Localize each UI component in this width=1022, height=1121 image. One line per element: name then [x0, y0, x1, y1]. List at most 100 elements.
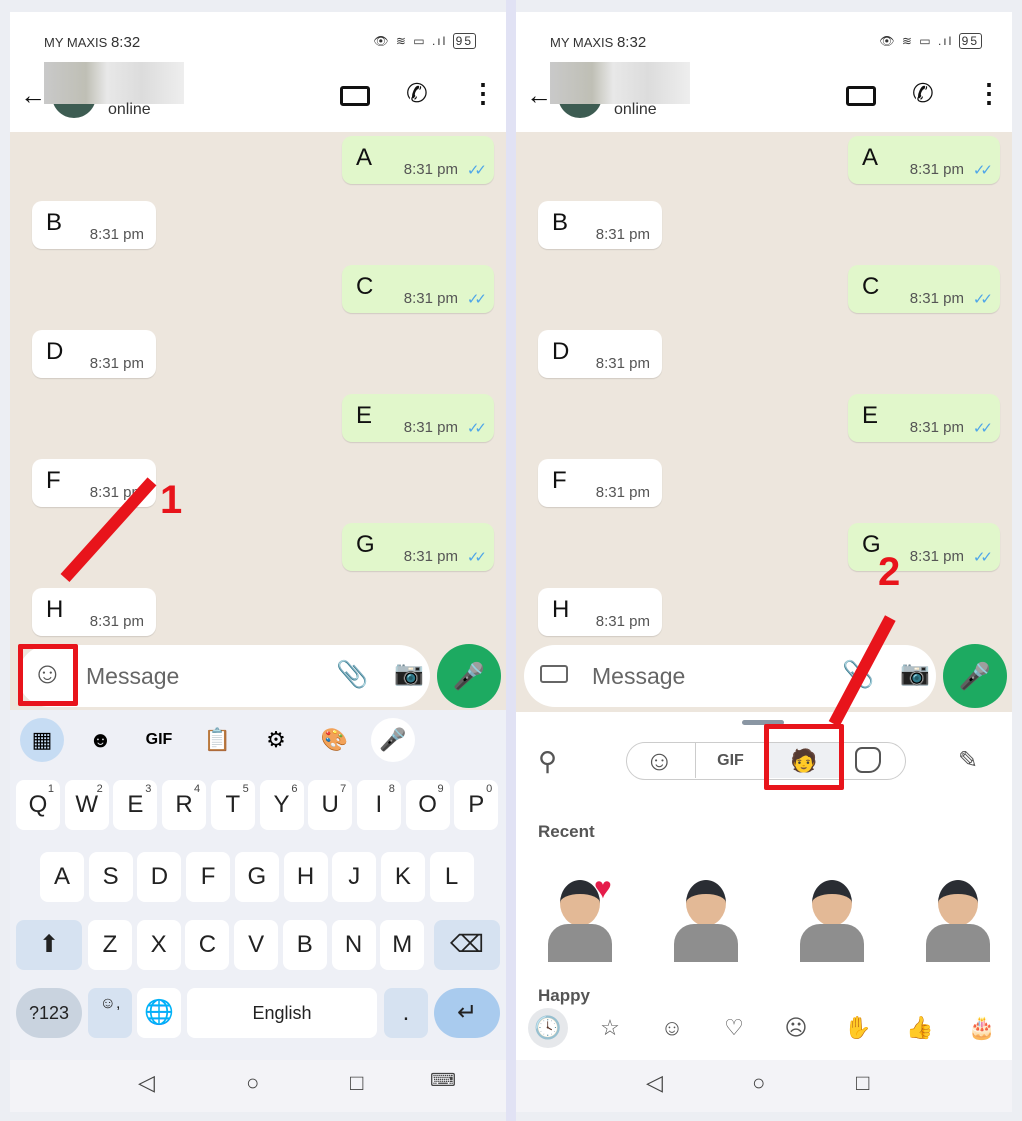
message-input-bar[interactable]: ☺ Message 📎 📷 — [18, 645, 430, 707]
nav-home-icon[interactable]: ○ — [246, 1070, 259, 1096]
voice-message-button[interactable]: 🎤 — [437, 644, 501, 708]
key-b[interactable]: B — [282, 920, 327, 970]
symbols-key[interactable]: ?123 — [16, 988, 82, 1038]
voice-message-button[interactable]: 🎤 — [943, 644, 1007, 708]
key-j[interactable]: J — [332, 852, 377, 902]
message-bubble[interactable]: F 8:31 pm — [538, 458, 662, 507]
sticker-peace-avatar[interactable] — [920, 872, 1000, 962]
more-options-icon[interactable]: ⋮ — [470, 78, 496, 109]
key-u[interactable]: U7 — [308, 780, 353, 830]
attach-icon[interactable]: 📎 — [336, 659, 368, 690]
key-c[interactable]: C — [185, 920, 230, 970]
kb-toolbar-mic-icon[interactable]: 🎤 — [371, 718, 415, 762]
more-options-icon[interactable]: ⋮ — [976, 78, 1002, 109]
enter-key[interactable]: ↵ — [434, 988, 500, 1038]
nav-back-icon[interactable]: ◁ — [646, 1070, 663, 1096]
message-bubble[interactable]: A 8:31 pm ✓✓ — [342, 136, 494, 184]
message-bubble[interactable]: B 8:31 pm — [32, 200, 156, 249]
key-d[interactable]: D — [137, 852, 182, 902]
kb-toolbar-palette-icon[interactable]: 🎨 — [313, 718, 357, 762]
key-r[interactable]: R4 — [162, 780, 207, 830]
key-p[interactable]: P0 — [454, 780, 499, 830]
category-recent-icon[interactable]: 🕓 — [528, 1008, 568, 1048]
period-key[interactable]: . — [384, 988, 428, 1038]
chat-area[interactable]: A 8:31 pm ✓✓ B 8:31 pm C 8:31 pm ✓✓ D 8:31 pm E 8:3… — [516, 132, 1012, 712]
kb-toolbar-gif-button[interactable]: GIF — [137, 718, 181, 762]
video-call-icon[interactable] — [846, 86, 876, 106]
key-s[interactable]: S — [88, 852, 133, 902]
voice-call-icon[interactable]: ✆ — [912, 78, 934, 109]
nav-keyboard-icon[interactable]: ⌨ — [430, 1070, 456, 1091]
message-input[interactable]: Message — [86, 663, 179, 690]
create-sticker-icon[interactable]: ✎ — [958, 746, 978, 775]
key-t[interactable]: T5 — [210, 780, 255, 830]
chat-area[interactable]: A 8:31 pm ✓✓ B 8:31 pm C 8:31 pm ✓✓ D 8:31 pm E 8:3… — [10, 132, 506, 712]
video-call-icon[interactable] — [340, 86, 370, 106]
key-a[interactable]: A — [40, 852, 84, 902]
camera-icon[interactable]: 📷 — [394, 659, 424, 688]
back-arrow-icon[interactable]: ← — [20, 80, 46, 111]
back-arrow-icon[interactable]: ← — [526, 80, 552, 111]
category-favorites-icon[interactable]: ☆ — [590, 1008, 630, 1048]
category-celebrate-icon[interactable]: ✋ — [838, 1008, 878, 1048]
emoji-key[interactable]: ☺, — [88, 988, 132, 1038]
kb-toolbar-clipboard-icon[interactable]: 📋 — [196, 718, 240, 762]
voice-call-icon[interactable]: ✆ — [406, 78, 428, 109]
backspace-key[interactable]: ⌫ — [434, 920, 500, 970]
nav-back-icon[interactable]: ◁ — [138, 1070, 155, 1096]
nav-recents-icon[interactable]: □ — [856, 1070, 869, 1096]
keyboard-toggle-icon[interactable] — [540, 665, 568, 683]
category-happy-icon[interactable]: ☺ — [652, 1008, 692, 1048]
language-globe-key[interactable]: 🌐 — [137, 988, 181, 1038]
tab-gif[interactable]: GIF — [695, 743, 765, 778]
space-key[interactable]: English — [187, 988, 377, 1038]
message-bubble[interactable]: G 8:31 pm ✓✓ — [848, 523, 1000, 571]
sticker-laughing-avatar[interactable] — [794, 872, 874, 962]
key-v[interactable]: V — [234, 920, 279, 970]
message-bubble[interactable]: E 8:31 pm ✓✓ — [848, 394, 1000, 442]
message-input[interactable]: Message — [592, 663, 685, 690]
key-g[interactable]: G — [234, 852, 279, 902]
key-n[interactable]: N — [331, 920, 376, 970]
kb-toolbar-sticker-icon[interactable]: ☻ — [79, 718, 123, 762]
category-love-icon[interactable]: ♡ — [714, 1008, 754, 1048]
message-bubble[interactable]: H 8:31 pm — [538, 587, 662, 636]
search-icon[interactable]: ⚲ — [538, 746, 557, 777]
camera-icon[interactable]: 📷 — [900, 659, 930, 688]
message-bubble[interactable]: B 8:31 pm — [538, 200, 662, 249]
key-k[interactable]: K — [380, 852, 425, 902]
message-bubble[interactable]: D 8:31 pm — [32, 329, 156, 378]
nav-recents-icon[interactable]: □ — [350, 1070, 363, 1096]
key-q[interactable]: Q1 — [16, 780, 60, 830]
kb-toolbar-apps-icon[interactable]: ▦ — [20, 718, 64, 762]
tab-sticker-icon[interactable] — [855, 747, 881, 773]
key-y[interactable]: Y6 — [259, 780, 304, 830]
key-i[interactable]: I8 — [356, 780, 401, 830]
message-bubble[interactable]: A 8:31 pm ✓✓ — [848, 136, 1000, 184]
message-bubble[interactable]: E 8:31 pm ✓✓ — [342, 394, 494, 442]
key-hint: 7 — [340, 783, 347, 795]
key-l[interactable]: L — [429, 852, 474, 902]
nav-home-icon[interactable]: ○ — [752, 1070, 765, 1096]
category-birthday-icon[interactable]: 🎂 — [962, 1008, 1002, 1048]
shift-key[interactable]: ⬆ — [16, 920, 82, 970]
message-bubble[interactable]: D 8:31 pm — [538, 329, 662, 378]
key-f[interactable]: F — [186, 852, 231, 902]
category-thumbs-up-icon[interactable]: 👍 — [900, 1008, 940, 1048]
message-bubble[interactable]: C 8:31 pm ✓✓ — [848, 265, 1000, 313]
key-e[interactable]: E3 — [113, 780, 158, 830]
key-x[interactable]: X — [136, 920, 181, 970]
message-bubble[interactable]: C 8:31 pm ✓✓ — [342, 265, 494, 313]
key-o[interactable]: O9 — [405, 780, 450, 830]
kb-toolbar-settings-icon[interactable]: ⚙ — [254, 718, 298, 762]
key-m[interactable]: M — [380, 920, 425, 970]
sticker-heart-avatar[interactable]: ♥ — [542, 872, 622, 962]
key-h[interactable]: H — [283, 852, 328, 902]
message-bubble[interactable]: G 8:31 pm ✓✓ — [342, 523, 494, 571]
tab-emoji-icon[interactable]: ☺ — [645, 745, 674, 777]
category-sad-icon[interactable]: ☹ — [776, 1008, 816, 1048]
sticker-wink-avatar[interactable] — [668, 872, 748, 962]
key-w[interactable]: W2 — [64, 780, 109, 830]
message-bubble[interactable]: H 8:31 pm — [32, 587, 156, 636]
key-z[interactable]: Z — [88, 920, 132, 970]
